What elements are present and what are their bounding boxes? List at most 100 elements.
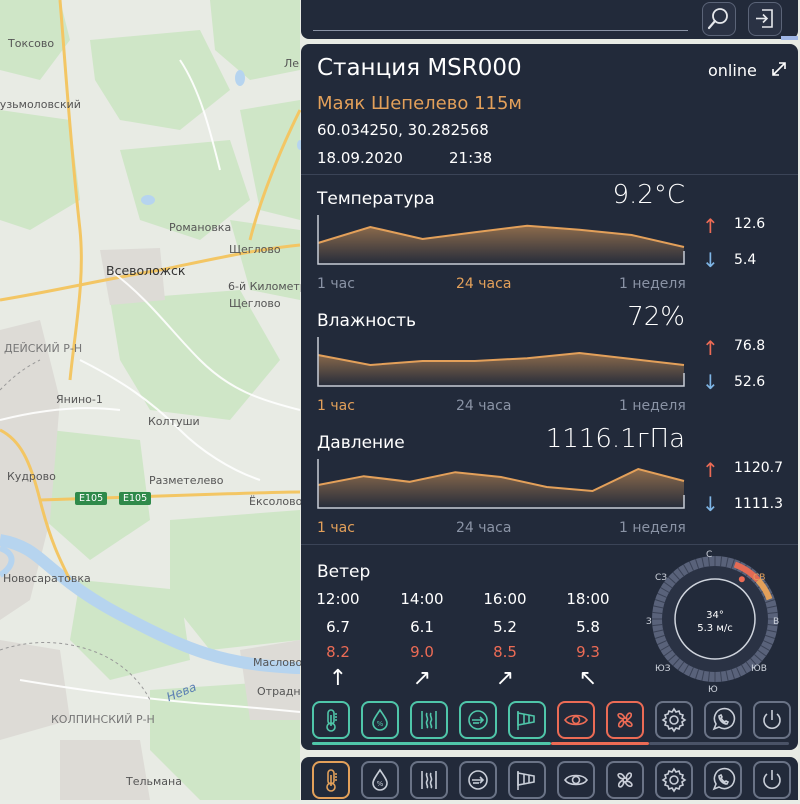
wind-gust: 8.2 — [326, 643, 350, 661]
station-date: 18.09.2020 — [317, 149, 403, 167]
station-coords: 60.034250, 30.282568 — [317, 121, 489, 139]
map-label-kolpinsky: КОЛПИНСКИЙ Р-Н — [51, 713, 155, 726]
wind-speed-button[interactable] — [459, 701, 497, 739]
visibility-button[interactable] — [557, 761, 595, 799]
range-tab-1h[interactable]: 1 час — [317, 276, 355, 292]
sparkline-area — [318, 225, 684, 264]
range-tab-24h[interactable]: 24 часа — [456, 276, 511, 292]
wind-speed: 5.8 — [576, 618, 600, 636]
range-tab-1w[interactable]: 1 неделя — [619, 398, 686, 414]
windsock-button[interactable] — [508, 701, 546, 739]
power-button[interactable] — [753, 761, 791, 799]
temperature-button[interactable] — [312, 761, 350, 799]
temperature-button[interactable] — [312, 701, 350, 739]
map-label-shcheglovo: Щеглово — [229, 243, 281, 256]
settings-icon — [661, 707, 687, 733]
expand-icon[interactable] — [770, 60, 788, 78]
road-badge: E105 — [119, 492, 152, 505]
windsock-icon — [514, 707, 540, 733]
heat-icon — [416, 707, 442, 733]
settings-icon — [661, 767, 687, 793]
visibility-icon — [563, 767, 589, 793]
metric-title: Влажность — [317, 311, 417, 331]
windsock-button[interactable] — [508, 761, 546, 799]
wind-direction-arrow-icon: ↖ — [578, 666, 598, 691]
search-button[interactable] — [702, 2, 736, 36]
map-label-toksovo: Токсово — [8, 37, 55, 50]
fan-icon — [612, 707, 638, 733]
arrow-up-icon: ↑ — [702, 458, 719, 482]
wind-speed: 6.7 — [326, 618, 350, 636]
compass-label-se: ЮВ — [751, 664, 767, 674]
wind-speed: 6.1 — [410, 618, 434, 636]
metric-min: 5.4 — [734, 252, 757, 268]
arrow-up-icon: ↑ — [702, 336, 719, 360]
range-tab-1h[interactable]: 1 час — [317, 398, 355, 414]
metric-max: 1120.7 — [734, 460, 783, 476]
humidity-button[interactable]: % — [361, 701, 399, 739]
login-button[interactable] — [748, 2, 782, 36]
metric-title: Температура — [317, 189, 435, 209]
metric-block: Температура 9.2°C ↑ 12.6 ↓ 5.4 1 час 24 часа 1 н… — [301, 180, 798, 302]
wind-forecast-column: 18:00 5.8 9.3 ↖ — [558, 590, 618, 700]
settings-button[interactable] — [655, 701, 693, 739]
map-label-district: ДЕЙСКИЙ Р-Н — [4, 342, 83, 355]
arrow-down-icon: ↓ — [702, 492, 719, 516]
wind-speed-button[interactable] — [459, 761, 497, 799]
station-panel: Станция MSR000 online Маяк Шепелево 115м… — [301, 44, 798, 750]
range-tab-24h[interactable]: 24 часа — [456, 398, 511, 414]
wind-time: 14:00 — [400, 590, 444, 608]
heat-icon — [416, 767, 442, 793]
wind-forecast-column: 14:00 6.1 9.0 ↗ — [392, 590, 452, 700]
wind-direction-arrow-icon: ↗ — [412, 666, 432, 691]
fan-icon — [612, 767, 638, 793]
temperature-icon — [318, 707, 344, 733]
map-label-kuzmolovsky: Кузьмоловский — [0, 98, 81, 111]
phone-button[interactable] — [704, 761, 742, 799]
range-tab-1w[interactable]: 1 неделя — [619, 520, 686, 536]
wind-forecast-column: 16:00 5.2 8.5 ↗ — [475, 590, 535, 700]
power-button[interactable] — [753, 701, 791, 739]
compass-speed: 5.3 м/с — [697, 623, 733, 634]
metric-block: Давление 1116.1гПа ↑ 1120.7 ↓ 1111.3 1 час 24 ч… — [301, 424, 798, 546]
phone-icon — [710, 767, 736, 793]
settings-button[interactable] — [655, 761, 693, 799]
metric-value: 72% — [627, 302, 685, 332]
search-field[interactable] — [313, 30, 688, 31]
visibility-button[interactable] — [557, 701, 595, 739]
toolbar-underline-green — [312, 742, 551, 745]
heat-button[interactable] — [410, 701, 448, 739]
map-label-kilometr: 6-й Километр — [228, 280, 307, 293]
station-location: Маяк Шепелево 115м — [317, 93, 523, 114]
windsock-icon — [514, 767, 540, 793]
compass-direction: 34° — [706, 610, 724, 621]
wind-title: Ветер — [317, 562, 371, 582]
range-tab-1h[interactable]: 1 час — [317, 520, 355, 536]
road-badge: E105 — [75, 492, 108, 505]
compass-label-w: З — [646, 617, 652, 627]
temperature-icon — [318, 767, 344, 793]
login-icon — [756, 9, 773, 28]
range-tab-24h[interactable]: 24 часа — [456, 520, 511, 536]
fan-button[interactable] — [606, 761, 644, 799]
map-label-shcheglovo-2: Щеглово — [229, 297, 281, 310]
compass-label-ne: СВ — [753, 573, 766, 583]
station-time: 21:38 — [449, 149, 493, 167]
wind-speed-icon — [465, 707, 491, 733]
compass-label-sw: ЮЗ — [655, 664, 671, 674]
metric-value: 9.2°C — [612, 180, 685, 210]
wind-time: 16:00 — [483, 590, 527, 608]
metric-sparkline — [317, 459, 685, 509]
bottom-bar: % — [301, 757, 798, 800]
range-tab-1w[interactable]: 1 неделя — [619, 276, 686, 292]
metric-value: 1116.1гПа — [545, 424, 685, 454]
heat-button[interactable] — [410, 761, 448, 799]
station-status: online — [708, 61, 757, 80]
phone-button[interactable] — [704, 701, 742, 739]
wind-compass: С СВ В ЮВ Ю ЮЗ З СЗ 34° 5.3 м/с — [646, 550, 779, 695]
wind-time: 18:00 — [566, 590, 610, 608]
power-icon — [759, 707, 785, 733]
humidity-button[interactable]: % — [361, 761, 399, 799]
metric-sparkline — [317, 215, 685, 265]
fan-button[interactable] — [606, 701, 644, 739]
